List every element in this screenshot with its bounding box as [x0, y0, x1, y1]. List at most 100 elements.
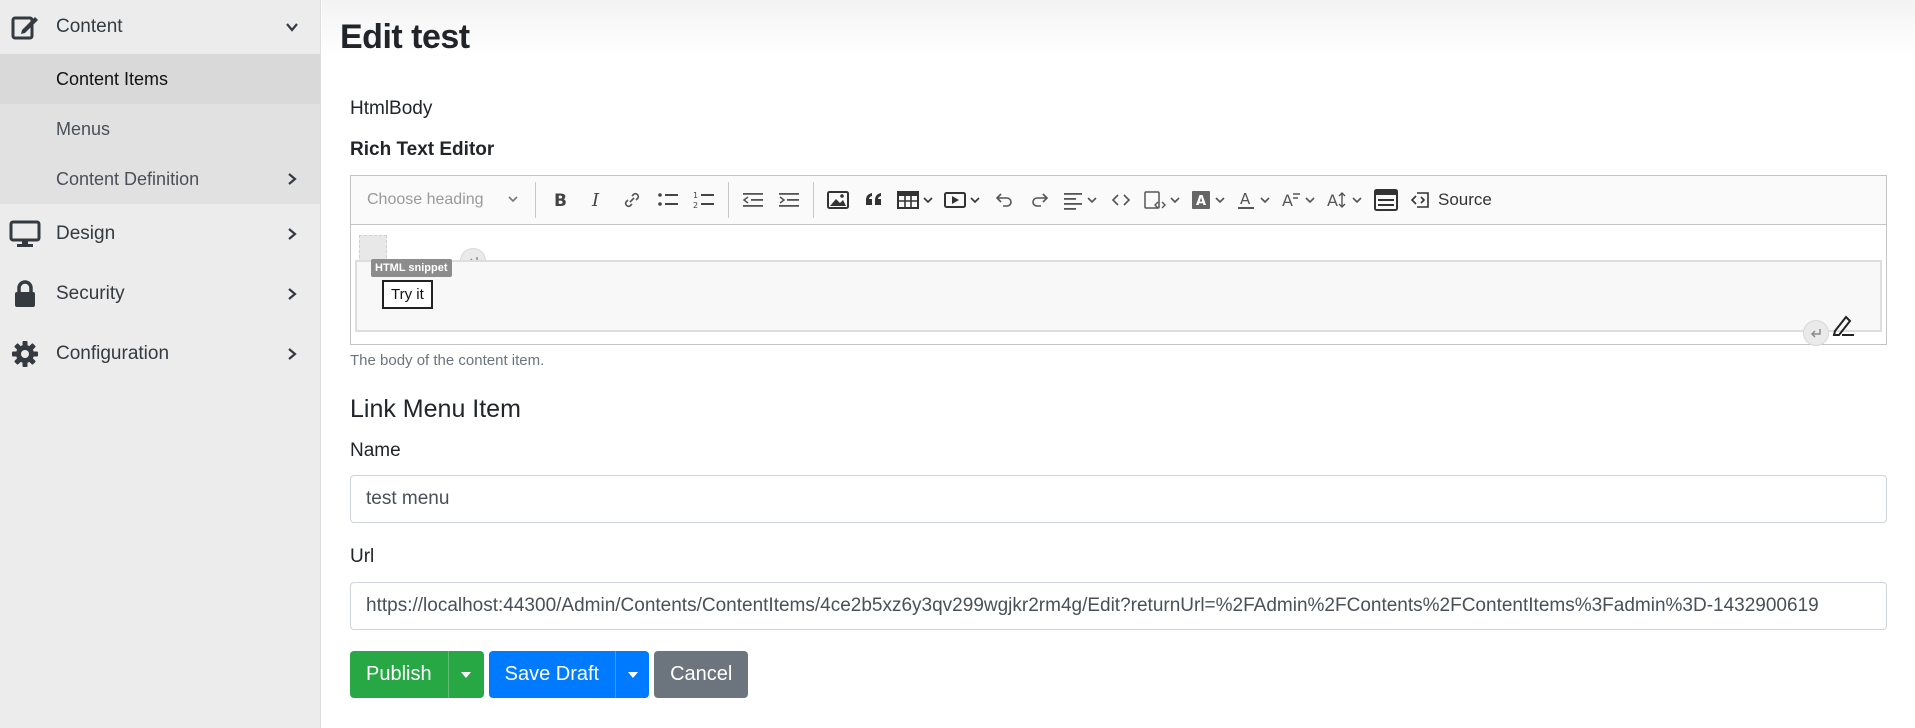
source-button[interactable]: Source — [1404, 182, 1498, 218]
bold-button[interactable]: B — [542, 182, 578, 218]
edit-pencil-icon[interactable] — [1830, 312, 1856, 338]
url-input[interactable] — [350, 582, 1887, 630]
chevron-down-icon — [1260, 197, 1270, 204]
sidebar-group-label: Content — [56, 16, 123, 37]
sidebar: Content Content Items Menus Content Defi… — [0, 0, 321, 728]
numbered-list-button[interactable]: 12 — [686, 182, 722, 218]
page-title: Edit test — [340, 18, 470, 56]
html-snippet-widget[interactable] — [355, 260, 1882, 336]
font-color-icon: A — [1238, 190, 1254, 209]
bulleted-list-icon — [658, 193, 678, 206]
chevron-down-icon — [1170, 197, 1180, 204]
publish-button[interactable]: Publish — [350, 651, 448, 698]
insert-paragraph-after-icon[interactable] — [1803, 320, 1829, 346]
sidebar-item-content-items[interactable]: Content Items — [0, 54, 320, 104]
redo-button[interactable] — [1022, 182, 1058, 218]
svg-text:A: A — [1240, 190, 1251, 208]
sidebar-group-configuration[interactable]: Configuration — [0, 324, 320, 384]
editor-toolbar: Choose heading B I 12 A A A A Source — [351, 176, 1886, 225]
insert-table-button[interactable] — [892, 182, 939, 218]
body-hint-text: The body of the content item. — [350, 352, 545, 369]
sidebar-item-label: Content Definition — [56, 168, 200, 189]
chevron-right-icon — [288, 348, 297, 360]
link-menu-item-heading: Link Menu Item — [350, 395, 521, 423]
heading-dropdown[interactable]: Choose heading — [357, 182, 529, 218]
sidebar-group-label: Configuration — [56, 343, 170, 364]
table-icon — [897, 191, 919, 209]
cancel-button[interactable]: Cancel — [654, 651, 749, 698]
bulleted-list-button[interactable] — [650, 182, 686, 218]
bold-icon: B — [554, 191, 567, 210]
svg-text:2: 2 — [693, 201, 698, 210]
lock-icon — [8, 277, 42, 311]
source-button-label: Source — [1438, 190, 1492, 209]
align-left-icon — [1064, 193, 1082, 210]
font-color-button[interactable]: A — [1231, 182, 1276, 218]
sidebar-item-label: Menus — [56, 118, 111, 139]
sidebar-group-content[interactable]: Content — [0, 0, 320, 54]
code-block-button[interactable] — [1139, 182, 1186, 218]
sidebar-item-menus[interactable]: Menus — [0, 104, 320, 154]
undo-icon — [995, 193, 1012, 207]
chevron-down-icon — [1352, 197, 1362, 204]
svg-text:B: B — [554, 191, 567, 210]
sidebar-item-content-definition[interactable]: Content Definition — [0, 154, 320, 204]
outdent-icon — [742, 193, 763, 207]
text-alignment-button[interactable] — [1058, 182, 1103, 218]
highlight-icon: A — [1192, 191, 1210, 209]
html-embed-icon — [1374, 189, 1398, 211]
link-button[interactable] — [614, 182, 650, 218]
italic-icon: I — [591, 190, 600, 210]
outdent-button[interactable] — [735, 182, 771, 218]
htmlbody-label: HtmlBody — [350, 98, 433, 119]
name-label: Name — [350, 440, 401, 461]
svg-text:A: A — [1282, 191, 1293, 210]
monitor-icon — [8, 217, 42, 251]
rich-text-editor-label: Rich Text Editor — [350, 139, 495, 160]
svg-text:1: 1 — [693, 191, 698, 200]
publish-button-group: Publish — [350, 651, 484, 698]
link-icon — [624, 192, 640, 208]
block-quote-button[interactable] — [856, 182, 892, 218]
italic-button[interactable]: I — [578, 182, 614, 218]
chevron-down-icon — [508, 196, 518, 203]
source-icon — [1410, 192, 1429, 208]
insert-media-button[interactable] — [939, 182, 986, 218]
code-block-icon — [1144, 191, 1166, 209]
media-icon — [944, 192, 966, 208]
indent-button[interactable] — [771, 182, 807, 218]
undo-button[interactable] — [986, 182, 1022, 218]
sidebar-group-label: Design — [56, 223, 116, 244]
html-embed-button[interactable] — [1368, 182, 1404, 218]
insert-image-button[interactable] — [820, 182, 856, 218]
chevron-down-icon — [286, 23, 298, 32]
svg-text:A: A — [1196, 194, 1206, 209]
name-input[interactable] — [350, 475, 1887, 523]
content-submenu: Content Items Menus Content Definition — [0, 54, 320, 204]
save-draft-button-group: Save Draft — [488, 651, 650, 698]
chevron-down-icon — [970, 197, 980, 204]
highlight-button[interactable]: A — [1186, 182, 1231, 218]
svg-text:A: A — [1327, 191, 1338, 210]
font-size-icon: A — [1327, 191, 1346, 210]
font-size-button[interactable]: A — [1321, 182, 1368, 218]
save-draft-options-button[interactable] — [615, 651, 650, 698]
caret-down-icon — [627, 671, 638, 678]
caret-down-icon — [461, 671, 472, 678]
chevron-right-icon — [288, 173, 297, 185]
chevron-down-icon — [923, 197, 933, 204]
sidebar-group-design[interactable]: Design — [0, 204, 320, 264]
save-draft-button[interactable]: Save Draft — [488, 651, 616, 698]
font-family-button[interactable]: A — [1276, 182, 1321, 218]
editor-content[interactable]: HTML snippet Try it — [351, 225, 1886, 346]
sidebar-group-security[interactable]: Security — [0, 264, 320, 324]
code-button[interactable] — [1103, 182, 1139, 218]
chevron-right-icon — [288, 228, 297, 240]
publish-options-button[interactable] — [447, 651, 484, 698]
gear-icon — [8, 337, 42, 371]
try-it-button[interactable]: Try it — [382, 280, 433, 309]
chevron-right-icon — [288, 288, 297, 300]
html-snippet-badge: HTML snippet — [371, 259, 452, 277]
image-icon — [827, 191, 849, 209]
font-family-icon: A — [1282, 191, 1300, 210]
